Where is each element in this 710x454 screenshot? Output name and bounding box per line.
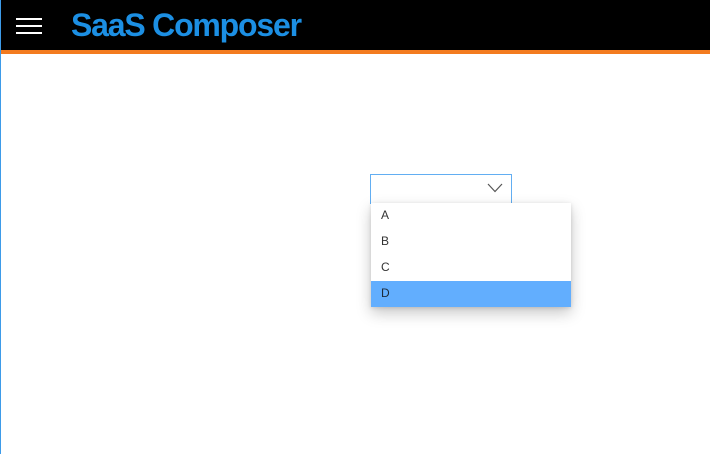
top-bar: SaaS Composer xyxy=(1,0,710,54)
hamburger-line xyxy=(16,18,42,20)
dropdown-option-a[interactable]: A xyxy=(371,203,571,229)
dropdown-select[interactable] xyxy=(370,174,512,204)
dropdown-options-list: A B C D xyxy=(371,203,571,307)
hamburger-menu-icon[interactable] xyxy=(16,16,42,36)
dropdown-option-d[interactable]: D xyxy=(371,281,571,307)
app-title: SaaS Composer xyxy=(71,7,302,43)
hamburger-line xyxy=(16,32,42,34)
page: SaaS Composer A B C D xyxy=(0,0,710,454)
hamburger-line xyxy=(16,25,42,27)
chevron-down-icon xyxy=(487,183,503,193)
dropdown-option-c[interactable]: C xyxy=(371,255,571,281)
dropdown-option-b[interactable]: B xyxy=(371,229,571,255)
